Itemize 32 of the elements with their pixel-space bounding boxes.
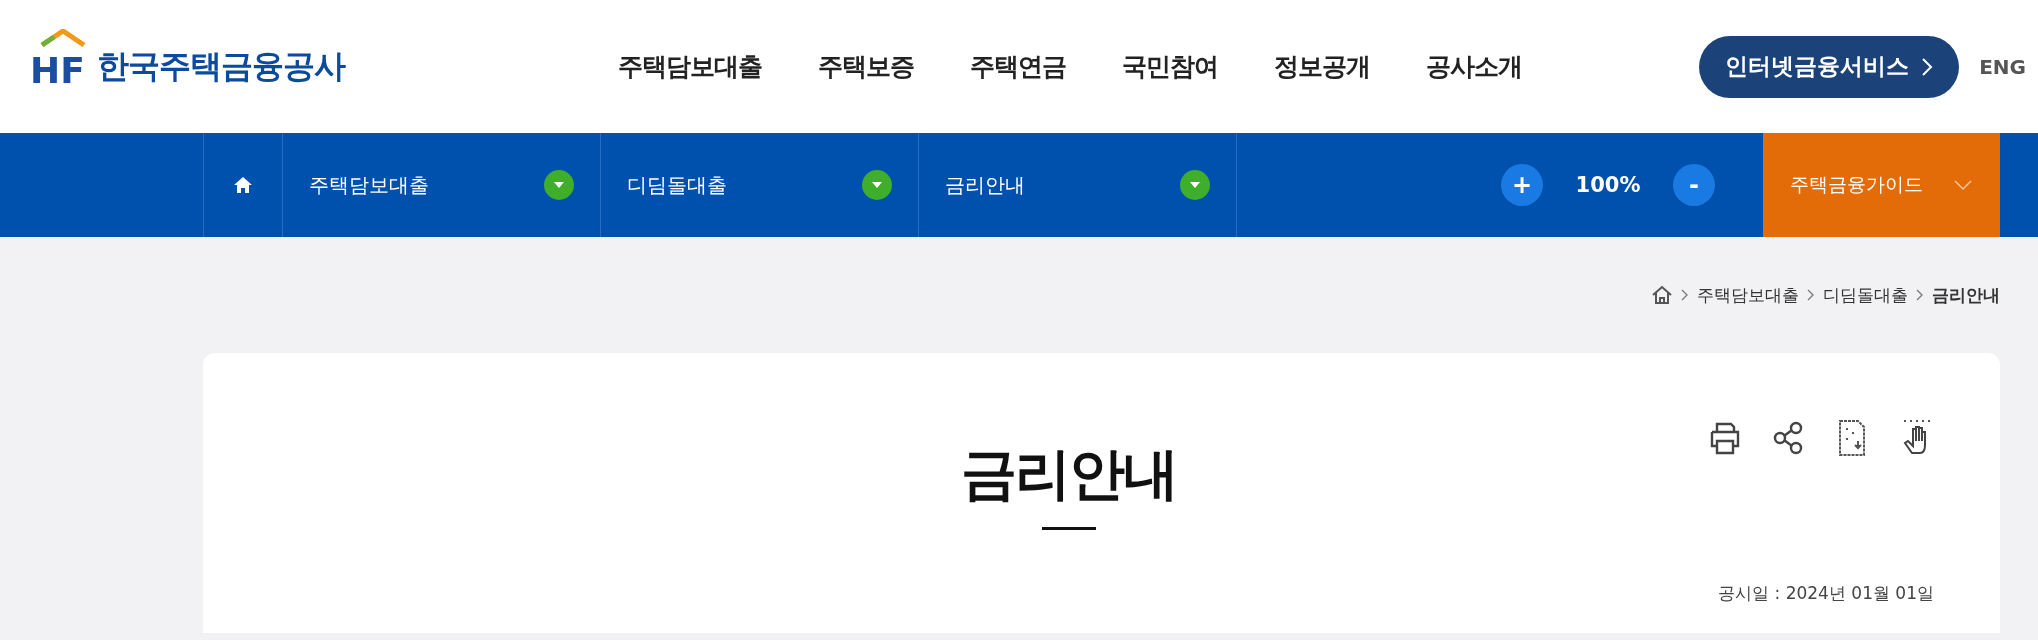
chevron-right-icon [1921, 56, 1934, 77]
menu-dropdown[interactable]: 디딤돌대출 [601, 133, 919, 237]
dropdown-icon [1180, 170, 1210, 200]
nav-link[interactable]: 주택담보대출 [618, 50, 762, 83]
roof-icon [40, 28, 86, 47]
home-icon [233, 176, 253, 194]
logo-mark: HF [30, 50, 85, 91]
zoom-out-button[interactable]: - [1673, 164, 1715, 206]
nav-link[interactable]: 주택연금 [970, 50, 1066, 83]
chevron-right-icon [1916, 289, 1924, 301]
menu-dropdown[interactable]: 주택담보대출 [283, 133, 601, 237]
chevron-right-icon [1807, 289, 1815, 301]
home-icon[interactable] [1651, 285, 1673, 305]
zoom-in-button[interactable]: + [1501, 164, 1543, 206]
menu-dropdown[interactable]: 금리안내 [919, 133, 1237, 237]
page-title: 금리안내 [960, 440, 1177, 508]
nav-link[interactable]: 국민참여 [1122, 50, 1218, 83]
dropdown-icon [862, 170, 892, 200]
nav-link[interactable]: 주택보증 [818, 50, 914, 83]
nav-link[interactable]: 정보공개 [1274, 50, 1370, 83]
chevron-down-icon [1953, 179, 1973, 191]
breadcrumb-link[interactable]: 주택담보대출 [1697, 283, 1799, 307]
zoom-level: 100% [1574, 173, 1642, 197]
notice-date: 공시일 : 2024년 01월 01일 [1718, 582, 1934, 605]
dropdown-icon [544, 170, 574, 200]
internet-service-button[interactable]: 인터넷금융서비스 [1699, 35, 1960, 98]
logo-text: 한국주택금융공사 [96, 45, 345, 87]
breadcrumb-link[interactable]: 금리안내 [1932, 283, 2000, 307]
nav-link[interactable]: 공사소개 [1426, 50, 1522, 83]
language-link[interactable]: ENG [1979, 54, 2026, 79]
breadcrumb-link[interactable]: 디딤돌대출 [1823, 283, 1908, 307]
chevron-right-icon [1681, 289, 1689, 301]
